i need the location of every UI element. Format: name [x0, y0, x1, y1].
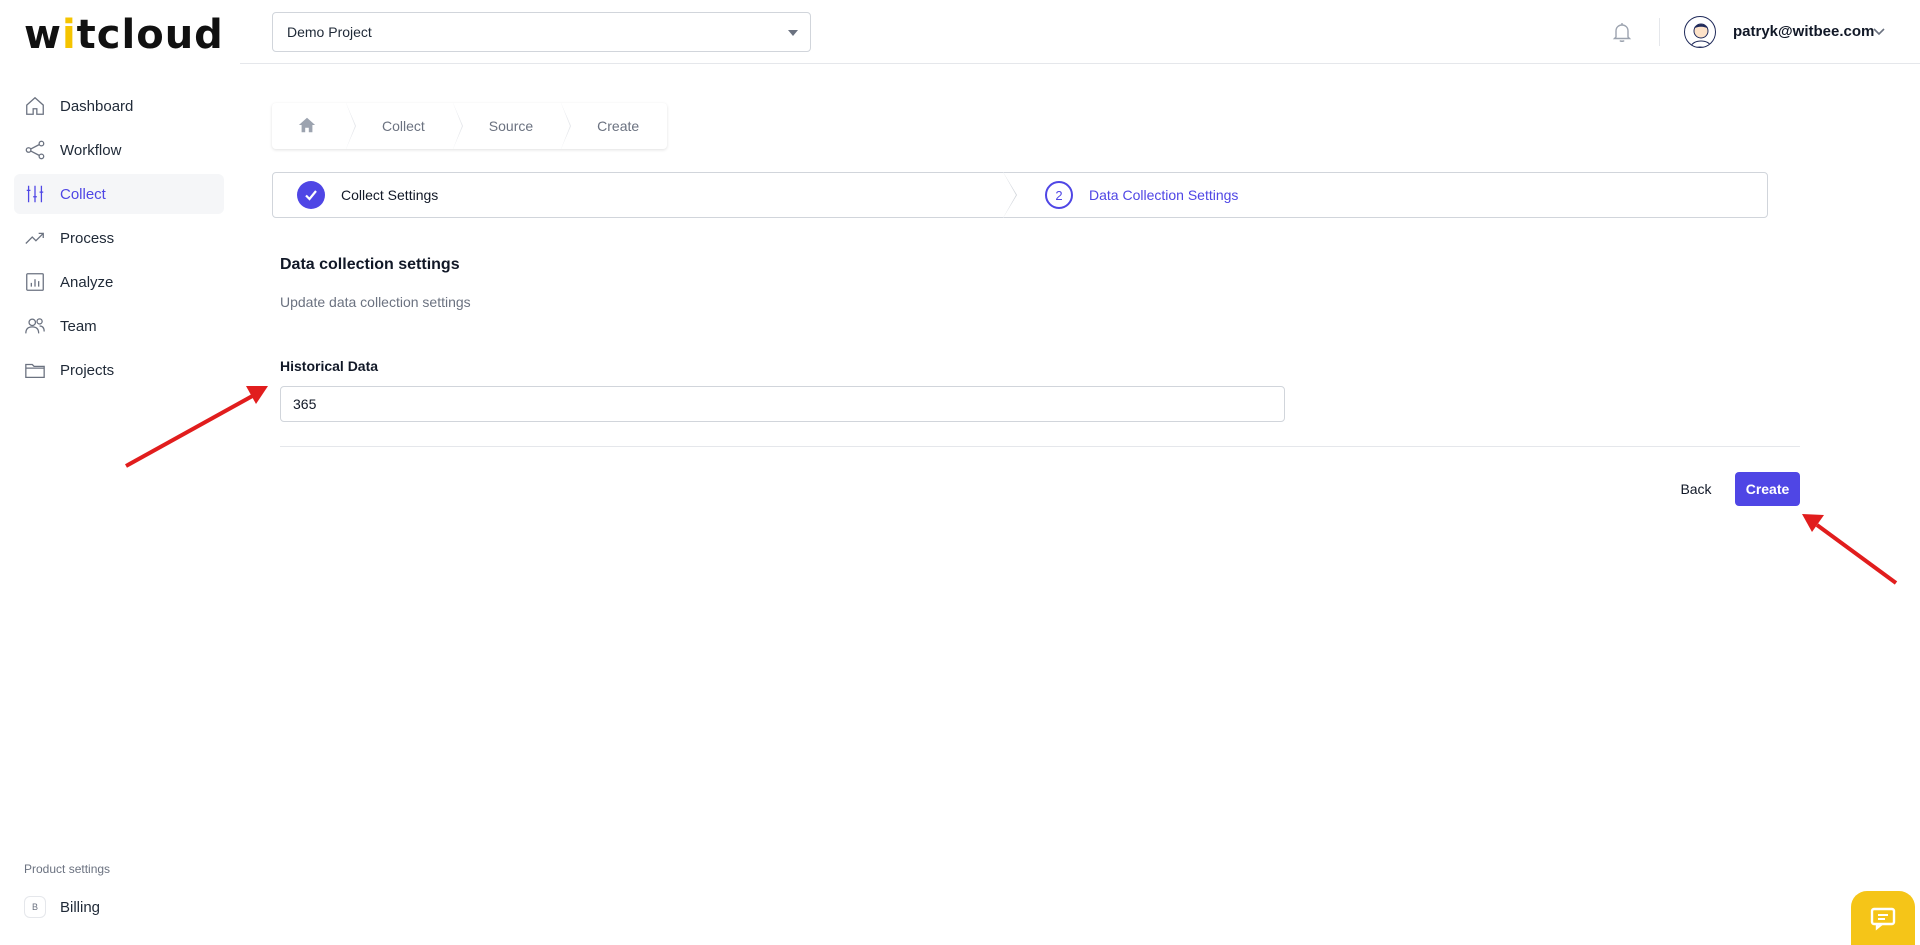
breadcrumb-home[interactable]	[272, 103, 356, 149]
caret-down-icon	[788, 30, 798, 36]
check-icon	[297, 181, 325, 209]
sidebar-item-team[interactable]: Team	[14, 306, 224, 346]
project-select[interactable]: Demo Project	[272, 12, 811, 52]
share-nodes-icon	[24, 139, 46, 161]
sidebar-item-label: Billing	[60, 898, 101, 916]
app-root: witcloud Dashboard Workflow Collect Proc…	[0, 0, 1920, 945]
bell-icon[interactable]	[1610, 20, 1634, 44]
sidebar-item-dashboard[interactable]: Dashboard	[14, 86, 224, 126]
step-collect-settings[interactable]: Collect Settings	[273, 172, 1017, 218]
chat-widget-button[interactable]	[1851, 891, 1915, 945]
sidebar-item-collect[interactable]: Collect	[14, 174, 224, 214]
arrow-to-create-button	[1802, 514, 1898, 585]
historical-data-input[interactable]	[280, 386, 1285, 422]
step-label: Collect Settings	[341, 187, 439, 203]
sidebar-item-label: Analyze	[60, 273, 114, 291]
users-icon	[24, 315, 46, 337]
trending-up-icon	[24, 227, 46, 249]
sliders-icon	[24, 183, 46, 205]
back-button[interactable]: Back	[1664, 472, 1728, 506]
section-description: Update data collection settings	[280, 294, 471, 310]
header-divider	[1659, 18, 1660, 46]
user-email[interactable]: patryk@witbee.com	[1733, 23, 1874, 40]
sidebar-nav: Dashboard Workflow Collect Process Analy…	[14, 86, 224, 394]
stepper: Collect Settings 2 Data Collection Setti…	[272, 172, 1768, 218]
sidebar-item-label: Team	[60, 317, 97, 335]
bar-chart-icon	[24, 271, 46, 293]
sidebar-item-label: Collect	[60, 185, 106, 203]
sidebar-item-projects[interactable]: Projects	[14, 350, 224, 390]
sidebar-item-workflow[interactable]: Workflow	[14, 130, 224, 170]
chevron-down-icon[interactable]	[1872, 24, 1886, 38]
top-header: Demo Project patryk@witbee.com	[240, 0, 1920, 64]
breadcrumb-source[interactable]: Source	[453, 103, 572, 149]
sidebar-item-label: Process	[60, 229, 115, 247]
form-divider	[280, 446, 1800, 447]
create-button[interactable]: Create	[1735, 472, 1800, 506]
sidebar-item-label: Projects	[60, 361, 115, 379]
product-settings-label: Product settings	[24, 862, 111, 876]
breadcrumb: Collect Source Create	[272, 103, 668, 149]
home-icon	[298, 116, 316, 137]
sidebar-item-label: Workflow	[60, 141, 122, 159]
folder-icon	[24, 359, 46, 381]
home-icon	[24, 95, 46, 117]
sidebar: witcloud Dashboard Workflow Collect Proc…	[0, 0, 240, 945]
sidebar-item-process[interactable]: Process	[14, 218, 224, 258]
historical-data-label: Historical Data	[280, 358, 379, 374]
sidebar-item-label: Dashboard	[60, 97, 134, 115]
billing-badge: B	[24, 896, 46, 918]
breadcrumb-create[interactable]: Create	[561, 103, 667, 149]
project-select-value: Demo Project	[287, 24, 372, 40]
step-label: Data Collection Settings	[1089, 187, 1239, 203]
sidebar-item-analyze[interactable]: Analyze	[14, 262, 224, 302]
breadcrumb-collect[interactable]: Collect	[346, 103, 463, 149]
sidebar-item-billing[interactable]: B Billing	[24, 896, 100, 918]
step-number: 2	[1045, 181, 1073, 209]
step-data-collection-settings[interactable]: 2 Data Collection Settings	[1003, 173, 1238, 217]
witcloud-logo[interactable]: witcloud	[24, 12, 224, 58]
user-avatar[interactable]	[1684, 16, 1716, 48]
section-title: Data collection settings	[280, 256, 460, 273]
chat-icon	[1870, 907, 1896, 931]
